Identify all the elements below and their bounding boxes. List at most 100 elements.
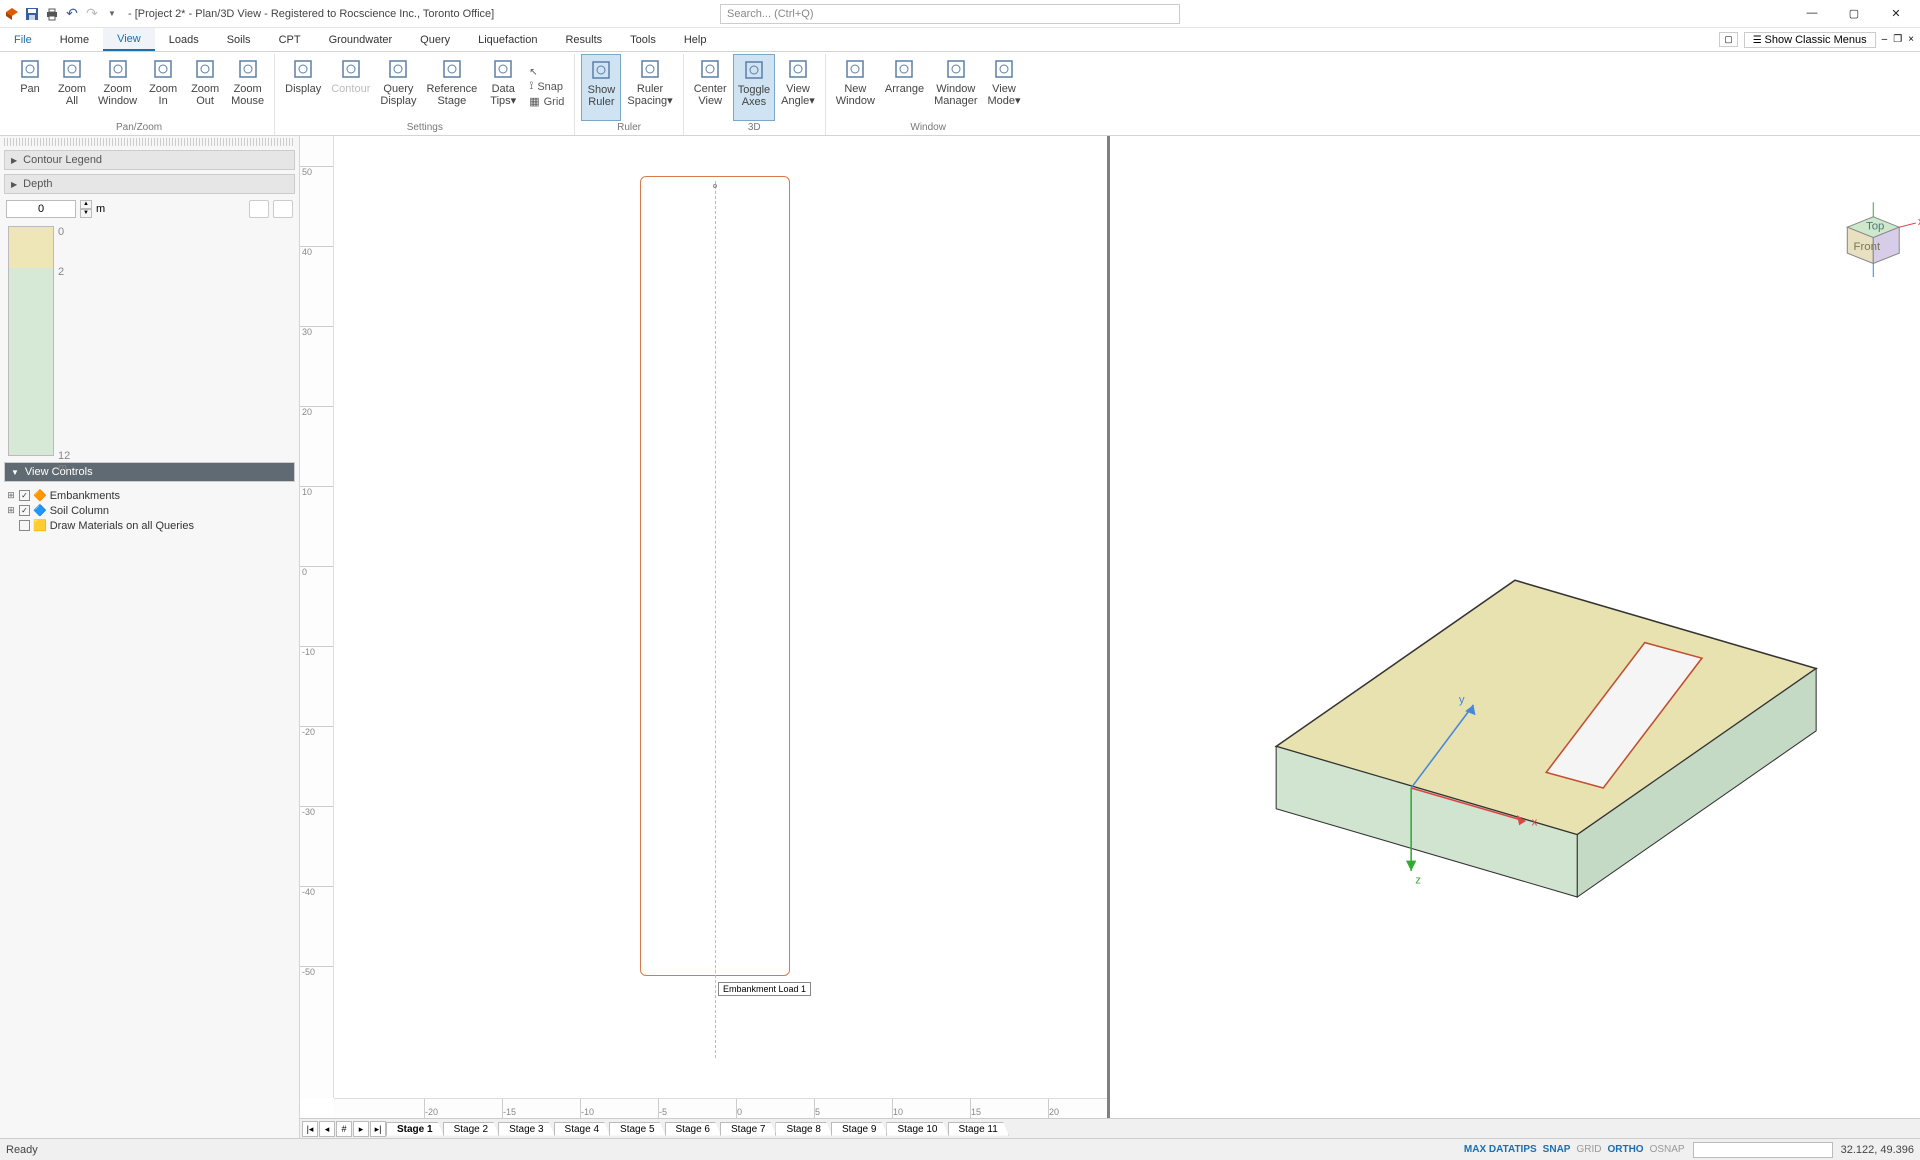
cursor-icon[interactable]: ↖ xyxy=(529,67,564,78)
mdi-restore-icon[interactable]: ❐ xyxy=(1893,34,1902,45)
search-input[interactable]: Search... (Ctrl+Q) xyxy=(720,4,1180,24)
stage-nav-last[interactable]: ▸| xyxy=(370,1121,386,1137)
stage-tabs: |◂ ◂ # ▸ ▸| Stage 1Stage 2Stage 3Stage 4… xyxy=(300,1118,1920,1138)
stage-tab-stage-8[interactable]: Stage 8 xyxy=(775,1122,831,1136)
menu-soils[interactable]: Soils xyxy=(213,28,265,51)
ribbon-query-display[interactable]: QueryDisplay xyxy=(376,54,420,121)
sidebar-grip[interactable] xyxy=(4,138,295,146)
toggle-axes-icon xyxy=(742,58,766,82)
ribbon-center-view[interactable]: CenterView xyxy=(690,54,731,121)
ribbon-ruler-spacing-[interactable]: RulerSpacing▾ xyxy=(623,54,676,121)
depth-lock-icon[interactable] xyxy=(273,200,293,218)
stage-nav-hash[interactable]: # xyxy=(336,1121,352,1137)
ribbon-new-window[interactable]: NewWindow xyxy=(832,54,879,121)
close-button[interactable]: ✕ xyxy=(1882,7,1910,20)
plan-view-canvas[interactable]: 50403020100-10-20-30-40-50 -20-15-10-505… xyxy=(300,136,1110,1118)
panel-contour-legend[interactable]: ▶Contour Legend xyxy=(4,150,295,170)
sidebar: ▶Contour Legend ▶Depth ▲▼ m 0 2 12 m ▼Vi… xyxy=(0,136,300,1138)
ribbon-display[interactable]: Display xyxy=(281,54,325,121)
print-icon[interactable] xyxy=(44,6,60,22)
ribbon-collapse-icon[interactable]: ▢ xyxy=(1719,32,1738,47)
menu-home[interactable]: Home xyxy=(46,28,103,51)
stage-tab-stage-5[interactable]: Stage 5 xyxy=(609,1122,665,1136)
ruler-horizontal: -20-15-10-505101520 xyxy=(334,1098,1107,1118)
status-toggle-osnap[interactable]: OSNAP xyxy=(1650,1144,1685,1155)
menu-cpt[interactable]: CPT xyxy=(265,28,315,51)
stage-tab-stage-7[interactable]: Stage 7 xyxy=(720,1122,776,1136)
ribbon-group-settings: DisplayContourQueryDisplayReferenceStage… xyxy=(275,54,575,135)
panel-view-controls[interactable]: ▼View Controls xyxy=(4,462,295,482)
ribbon-zoom-out[interactable]: ZoomOut xyxy=(185,54,225,121)
ribbon-zoom-mouse[interactable]: ZoomMouse xyxy=(227,54,268,121)
status-toggle-ortho[interactable]: ORTHO xyxy=(1607,1144,1643,1155)
status-input[interactable] xyxy=(1693,1142,1833,1158)
maximize-button[interactable]: ▢ xyxy=(1840,7,1868,20)
status-toggle-grid[interactable]: GRID xyxy=(1576,1144,1601,1155)
stage-tab-stage-9[interactable]: Stage 9 xyxy=(831,1122,887,1136)
menu-query[interactable]: Query xyxy=(406,28,464,51)
minimize-button[interactable]: — xyxy=(1798,7,1826,20)
ribbon-data-tips-[interactable]: DataTips▾ xyxy=(483,54,523,121)
stage-tab-stage-11[interactable]: Stage 11 xyxy=(948,1122,1009,1136)
view-controls-tree: ⊞✓🔶Embankments ⊞✓🔷Soil Column 🟨Draw Mate… xyxy=(0,484,299,537)
menu-loads[interactable]: Loads xyxy=(155,28,213,51)
3d-view-canvas[interactable]: Top Front x xyxy=(1110,136,1920,1118)
menu-file[interactable]: File xyxy=(0,28,46,51)
mdi-minimize-icon[interactable]: – xyxy=(1882,34,1888,45)
show-classic-menus-button[interactable]: ☰ Show Classic Menus xyxy=(1744,32,1876,48)
mdi-close-icon[interactable]: × xyxy=(1908,34,1914,45)
snap-toggle[interactable]: ⟟Snap xyxy=(529,80,564,93)
stage-nav-first[interactable]: |◂ xyxy=(302,1121,318,1137)
stage-tab-stage-6[interactable]: Stage 6 xyxy=(665,1122,721,1136)
redo-icon[interactable]: ↷ xyxy=(84,6,100,22)
menu-tools[interactable]: Tools xyxy=(616,28,670,51)
save-icon[interactable] xyxy=(24,6,40,22)
view-cube[interactable]: Top Front x xyxy=(1847,202,1920,277)
data-tips--icon xyxy=(491,57,515,81)
menu-bar: FileHomeViewLoadsSoilsCPTGroundwaterQuer… xyxy=(0,28,1920,52)
ribbon-toggle-axes[interactable]: ToggleAxes xyxy=(733,54,775,121)
qat-dropdown-icon[interactable]: ▼ xyxy=(104,6,120,22)
zoom-all-icon xyxy=(60,57,84,81)
stage-tab-stage-1[interactable]: Stage 1 xyxy=(386,1122,444,1136)
ribbon-arrange[interactable]: Arrange xyxy=(881,54,928,121)
undo-icon[interactable]: ↶ xyxy=(64,6,80,22)
ribbon-zoom-window[interactable]: ZoomWindow xyxy=(94,54,141,121)
depth-spinner[interactable]: ▲▼ xyxy=(80,200,92,218)
stage-tab-stage-4[interactable]: Stage 4 xyxy=(554,1122,610,1136)
ribbon-window-manager[interactable]: WindowManager xyxy=(930,54,981,121)
status-toggle-snap[interactable]: SNAP xyxy=(1543,1144,1571,1155)
stage-tab-stage-2[interactable]: Stage 2 xyxy=(443,1122,499,1136)
stage-tab-stage-3[interactable]: Stage 3 xyxy=(498,1122,554,1136)
menu-liquefaction[interactable]: Liquefaction xyxy=(464,28,551,51)
stage-tab-stage-10[interactable]: Stage 10 xyxy=(886,1122,948,1136)
tree-item-soil-column[interactable]: ⊞✓🔷Soil Column xyxy=(6,503,293,518)
stage-nav-next[interactable]: ▸ xyxy=(353,1121,369,1137)
ribbon-group-panzoom: PanZoomAllZoomWindowZoomInZoomOutZoomMou… xyxy=(4,54,275,135)
status-ready: Ready xyxy=(6,1144,38,1156)
zoom-in-icon xyxy=(151,57,175,81)
ribbon-view-mode-[interactable]: ViewMode▾ xyxy=(983,54,1024,121)
ribbon-show-ruler[interactable]: ShowRuler xyxy=(581,54,621,121)
node-marker[interactable] xyxy=(713,184,717,188)
menu-help[interactable]: Help xyxy=(670,28,721,51)
ribbon-group-3d: CenterViewToggleAxesViewAngle▾ 3D xyxy=(684,54,826,135)
ribbon-pan[interactable]: Pan xyxy=(10,54,50,121)
ribbon-zoom-all[interactable]: ZoomAll xyxy=(52,54,92,121)
stage-nav-prev[interactable]: ◂ xyxy=(319,1121,335,1137)
ribbon-zoom-in[interactable]: ZoomIn xyxy=(143,54,183,121)
tree-item-embankments[interactable]: ⊞✓🔶Embankments xyxy=(6,488,293,503)
menu-view[interactable]: View xyxy=(103,28,155,51)
menu-groundwater[interactable]: Groundwater xyxy=(315,28,407,51)
ribbon-view-angle-[interactable]: ViewAngle▾ xyxy=(777,54,819,121)
ribbon-reference-stage[interactable]: ReferenceStage xyxy=(422,54,481,121)
tree-item-draw-materials[interactable]: 🟨Draw Materials on all Queries xyxy=(6,518,293,533)
menu-results[interactable]: Results xyxy=(551,28,616,51)
depth-refresh-icon[interactable] xyxy=(249,200,269,218)
grid-toggle[interactable]: ▦Grid xyxy=(529,95,564,108)
panel-depth[interactable]: ▶Depth xyxy=(4,174,295,194)
depth-input[interactable] xyxy=(6,200,76,218)
status-toggle-max-datatips[interactable]: MAX DATATIPS xyxy=(1464,1144,1537,1155)
ribbon-contour: Contour xyxy=(327,54,374,121)
window-manager-icon xyxy=(944,57,968,81)
